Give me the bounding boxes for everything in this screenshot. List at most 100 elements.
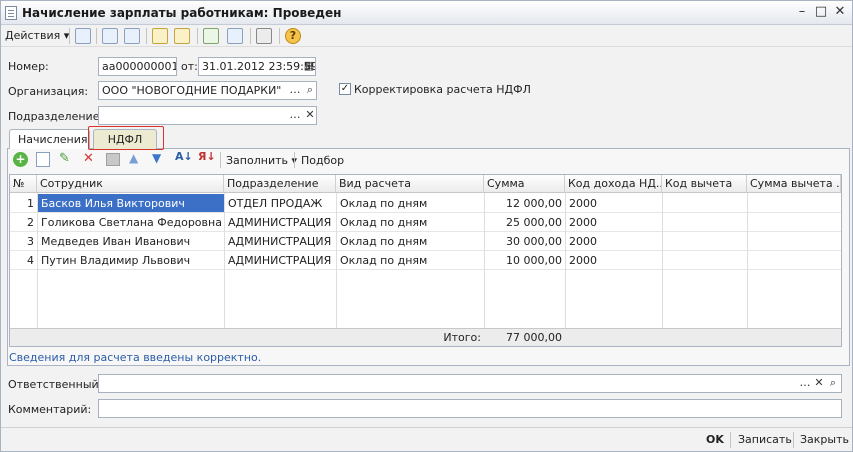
calc-type-cell[interactable]: Оклад по дням	[337, 232, 484, 251]
toolbar-divider	[793, 432, 794, 448]
sum-cell[interactable]: 12 000,00	[485, 194, 565, 213]
responsible-label: Ответственный:	[8, 378, 103, 391]
toolbar-divider	[250, 28, 251, 44]
tab-accruals[interactable]: Начисления	[9, 129, 90, 149]
tab-accruals-label: Начисления	[18, 133, 88, 146]
number-field[interactable]: aa000000001	[98, 57, 177, 76]
calc-type-cell[interactable]: Оклад по дням	[337, 213, 484, 232]
income-code-cell[interactable]: 2000	[566, 194, 662, 213]
calc-type-cell[interactable]: Оклад по дням	[337, 251, 484, 270]
fill-button-label: Заполнить	[226, 154, 288, 167]
sort-descending-icon[interactable]: Я↓	[198, 150, 216, 163]
copy-row-icon[interactable]	[36, 152, 50, 167]
column-header-income-code[interactable]: Код дохода НД...	[565, 175, 662, 193]
document-window: Начисление зарплаты работникам: Проведен…	[0, 0, 853, 452]
close-button[interactable]: Закрыть	[800, 433, 849, 446]
income-code-cell[interactable]: 2000	[566, 232, 662, 251]
deduction-code-cell[interactable]	[663, 213, 747, 232]
deduction-sum-cell[interactable]	[748, 213, 841, 232]
date-field[interactable]: 31.01.2012 23:59:59	[198, 57, 316, 76]
employee-cell[interactable]: Медведев Иван Иванович	[38, 232, 224, 251]
department-cell[interactable]: ОТДЕЛ ПРОДАЖ	[225, 194, 336, 213]
income-code-cell[interactable]: 2000	[566, 213, 662, 232]
income-code-cell[interactable]: 2000	[566, 251, 662, 270]
organization-field[interactable]: ООО "НОВОГОДНИЕ ПОДАРКИ"	[98, 81, 317, 100]
organization-label: Организация:	[8, 85, 89, 98]
row-number: 2	[10, 213, 37, 232]
delete-row-icon[interactable]: ✕	[83, 151, 94, 166]
responsible-field[interactable]	[98, 374, 842, 393]
close-window-button[interactable]: ✕	[832, 4, 848, 20]
open-search-icon[interactable]: ⌕	[303, 82, 317, 99]
status-message: Сведения для расчета введены корректно.	[9, 351, 262, 364]
structure-icon[interactable]	[174, 28, 190, 44]
sum-cell[interactable]: 30 000,00	[485, 232, 565, 251]
minimize-button[interactable]: –	[794, 4, 810, 20]
department-field[interactable]	[98, 106, 317, 125]
list-icon[interactable]	[256, 28, 272, 44]
main-toolbar: Действия ▾ ?	[1, 25, 852, 47]
column-header-number[interactable]: №	[10, 175, 37, 193]
select-ellipsis-icon[interactable]: …	[798, 375, 812, 392]
select-ellipsis-icon[interactable]: …	[288, 82, 302, 99]
toolbar-divider	[197, 28, 198, 44]
select-ellipsis-icon[interactable]: …	[288, 107, 302, 124]
total-label: Итого:	[10, 328, 484, 346]
deduction-code-cell[interactable]	[663, 251, 747, 270]
post-document-icon[interactable]	[75, 28, 91, 44]
calc-type-cell[interactable]: Оклад по дням	[337, 194, 484, 213]
report-icon[interactable]	[227, 28, 243, 44]
document-icon	[5, 6, 17, 20]
copy-document-icon[interactable]	[124, 28, 140, 44]
help-icon[interactable]: ?	[285, 28, 301, 44]
deduction-code-cell[interactable]	[663, 232, 747, 251]
ok-button[interactable]: OK	[706, 433, 724, 446]
clear-icon[interactable]: ✕	[303, 107, 317, 124]
department-cell[interactable]: АДМИНИСТРАЦИЯ	[225, 232, 336, 251]
column-header-employee[interactable]: Сотрудник	[37, 175, 224, 193]
column-header-deduction-sum[interactable]: Сумма вычета ...	[747, 175, 841, 193]
add-row-icon[interactable]: +	[13, 152, 28, 167]
refresh-icon[interactable]	[102, 28, 118, 44]
column-header-deduction-code[interactable]: Код вычета	[662, 175, 747, 193]
fill-button[interactable]: Заполнить ▾	[226, 154, 297, 167]
select-button[interactable]: Подбор	[301, 154, 344, 167]
comment-field[interactable]	[98, 399, 842, 418]
employee-cell[interactable]: Басков Илья Викторович	[38, 194, 224, 213]
sum-cell[interactable]: 10 000,00	[485, 251, 565, 270]
toolbar-divider	[279, 28, 280, 44]
based-on-icon[interactable]	[152, 28, 168, 44]
deduction-sum-cell[interactable]	[748, 232, 841, 251]
maximize-button[interactable]: □	[813, 4, 829, 20]
department-cell[interactable]: АДМИНИСТРАЦИЯ	[225, 213, 336, 232]
clear-icon[interactable]: ✕	[812, 375, 826, 392]
move-up-icon[interactable]: ▲	[129, 151, 138, 165]
column-header-sum[interactable]: Сумма	[484, 175, 565, 193]
deduction-sum-cell[interactable]	[748, 194, 841, 213]
calendar-icon[interactable]: ▦	[302, 58, 316, 75]
window-title: Начисление зарплаты работникам: Проведен	[22, 6, 342, 20]
column-header-department[interactable]: Подразделение	[224, 175, 336, 193]
employee-cell[interactable]: Голикова Светлана Федоровна	[38, 213, 224, 232]
open-search-icon[interactable]: ⌕	[826, 375, 840, 392]
row-number: 4	[10, 251, 37, 270]
dt-kt-icon[interactable]	[203, 28, 219, 44]
toolbar-divider	[69, 28, 70, 44]
organization-value: ООО "НОВОГОДНИЕ ПОДАРКИ"	[102, 84, 282, 97]
sort-ascending-icon[interactable]: A↓	[175, 150, 193, 163]
toolbar-divider	[220, 152, 221, 168]
highlight-frame	[88, 126, 164, 150]
deduction-code-cell[interactable]	[663, 194, 747, 213]
save-button[interactable]: Записать	[738, 433, 792, 446]
department-cell[interactable]: АДМИНИСТРАЦИЯ	[225, 251, 336, 270]
column-header-calc-type[interactable]: Вид расчета	[336, 175, 484, 193]
actions-menu[interactable]: Действия ▾	[5, 29, 69, 42]
move-down-icon[interactable]: ▼	[152, 151, 161, 165]
employee-cell[interactable]: Путин Владимир Львович	[38, 251, 224, 270]
edit-row-icon[interactable]: ✎	[59, 151, 70, 166]
deduction-sum-cell[interactable]	[748, 251, 841, 270]
end-edit-icon[interactable]	[106, 153, 120, 166]
sum-cell[interactable]: 25 000,00	[485, 213, 565, 232]
ndfl-correction-checkbox[interactable]: ✓	[339, 83, 351, 95]
total-value: 77 000,00	[484, 328, 565, 346]
